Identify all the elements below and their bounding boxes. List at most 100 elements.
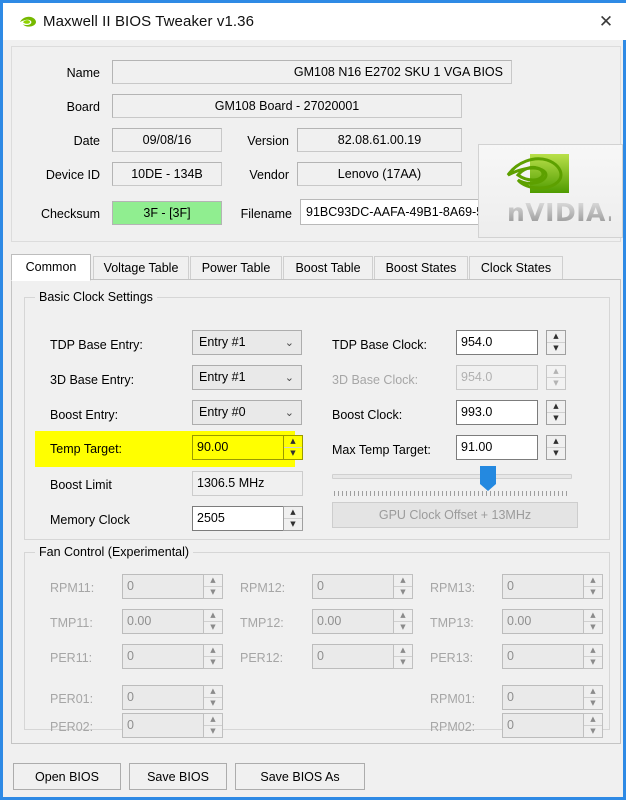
memory-clock-stepper[interactable]: ▲ ▼ xyxy=(283,506,303,531)
stepper-up-icon[interactable]: ▲ xyxy=(547,331,565,343)
stepper-down-icon: ▼ xyxy=(210,658,216,666)
rpm01-stepper: ▲ ▼ xyxy=(583,685,603,710)
stepper-up-icon: ▲ xyxy=(584,610,602,622)
app-window: Maxwell II BIOS Tweaker v1.36 ✕ Name GM1… xyxy=(0,0,626,800)
gpu-clock-offset-slider[interactable] xyxy=(332,466,572,491)
device-id-label: Device ID xyxy=(45,168,100,182)
vendor-label: Vendor xyxy=(249,168,289,182)
chevron-down-icon: ⌄ xyxy=(284,406,294,419)
stepper-up-icon[interactable]: ▲ xyxy=(284,436,302,448)
stepper-down-icon[interactable]: ▼ xyxy=(547,413,565,424)
nvidia-eye-icon xyxy=(17,14,37,30)
3d-base-entry-label: 3D Base Entry: xyxy=(50,373,135,387)
boost-limit-field: 1306.5 MHz xyxy=(192,471,303,496)
tdp-base-entry-label: TDP Base Entry: xyxy=(50,338,143,352)
stepper-down-icon[interactable]: ▼ xyxy=(547,343,565,354)
tab-clock-states[interactable]: Clock States xyxy=(469,256,563,280)
stepper-down-icon: ▼ xyxy=(590,588,596,596)
boost-entry-value: Entry #0 xyxy=(199,405,246,419)
rpm12-stepper: ▲ ▼ xyxy=(393,574,413,599)
rpm01-input: 0 xyxy=(502,685,584,710)
stepper-up-icon: ▲ xyxy=(584,645,602,657)
max-temp-target-input[interactable]: 91.00 xyxy=(456,435,538,460)
title-bar: Maxwell II BIOS Tweaker v1.36 ✕ xyxy=(3,0,626,40)
save-bios-button[interactable]: Save BIOS xyxy=(129,763,227,790)
boost-clock-input[interactable]: 993.0 xyxy=(456,400,538,425)
stepper-up-icon: ▲ xyxy=(204,686,222,698)
rpm02-input: 0 xyxy=(502,713,584,738)
tdp-base-clock-input[interactable]: 954.0 xyxy=(456,330,538,355)
stepper-down-icon[interactable]: ▼ xyxy=(284,448,302,459)
temp-target-stepper[interactable]: ▲ ▼ xyxy=(283,435,303,460)
temp-target-input[interactable]: 90.00 xyxy=(192,435,284,460)
boost-entry-combo[interactable]: Entry #0 ⌄ xyxy=(192,400,302,425)
tmp13-stepper: ▲ ▼ xyxy=(583,609,603,634)
boost-clock-label: Boost Clock: xyxy=(332,408,403,422)
stepper-up-icon: ▲ xyxy=(204,645,222,657)
per11-stepper: ▲ ▼ xyxy=(203,644,223,669)
stepper-up-icon: ▲ xyxy=(394,610,412,622)
stepper-down-icon: ▼ xyxy=(210,699,216,707)
rpm01-label: RPM01: xyxy=(430,692,476,706)
stepper-down-icon: ▼ xyxy=(590,727,596,735)
vendor-field: Lenovo (17AA) xyxy=(297,162,462,186)
3d-base-clock-stepper: ▲ ▼ xyxy=(546,365,566,390)
basic-clock-settings-title: Basic Clock Settings xyxy=(35,290,157,304)
stepper-up-icon[interactable]: ▲ xyxy=(547,401,565,413)
per12-label: PER12: xyxy=(240,651,284,665)
slider-ticks xyxy=(334,491,570,496)
3d-base-entry-combo[interactable]: Entry #1 ⌄ xyxy=(192,365,302,390)
tdp-base-clock-stepper[interactable]: ▲ ▼ xyxy=(546,330,566,355)
stepper-up-icon[interactable]: ▲ xyxy=(547,436,565,448)
stepper-up-icon: ▲ xyxy=(204,714,222,726)
stepper-down-icon[interactable]: ▼ xyxy=(547,448,565,459)
3d-base-clock-label: 3D Base Clock: xyxy=(332,373,419,387)
stepper-up-icon: ▲ xyxy=(204,575,222,587)
slider-thumb[interactable] xyxy=(480,466,496,491)
tmp11-input: 0.00 xyxy=(122,609,204,634)
close-icon[interactable]: ✕ xyxy=(583,3,626,40)
tmp13-label: TMP13: xyxy=(430,616,474,630)
per11-input: 0 xyxy=(122,644,204,669)
rpm13-input: 0 xyxy=(502,574,584,599)
window-title: Maxwell II BIOS Tweaker v1.36 xyxy=(43,13,255,30)
tab-power-table[interactable]: Power Table xyxy=(190,256,282,280)
tdp-base-entry-value: Entry #1 xyxy=(199,335,246,349)
save-bios-as-button[interactable]: Save BIOS As xyxy=(235,763,365,790)
memory-clock-label: Memory Clock xyxy=(50,513,130,527)
stepper-down-icon: ▼ xyxy=(590,699,596,707)
bios-info-panel: Name GM108 N16 E2702 SKU 1 VGA BIOS Boar… xyxy=(11,46,623,242)
date-field: 09/08/16 xyxy=(112,128,222,152)
stepper-down-icon: ▼ xyxy=(210,623,216,631)
max-temp-target-stepper[interactable]: ▲ ▼ xyxy=(546,435,566,460)
stepper-down-icon: ▼ xyxy=(400,658,406,666)
rpm12-input: 0 xyxy=(312,574,394,599)
stepper-up-icon: ▲ xyxy=(394,575,412,587)
stepper-down-icon: ▼ xyxy=(590,623,596,631)
name-field: GM108 N16 E2702 SKU 1 VGA BIOS xyxy=(112,60,512,84)
tab-common[interactable]: Common xyxy=(11,254,91,281)
name-label: Name xyxy=(66,66,100,80)
tdp-base-clock-label: TDP Base Clock: xyxy=(332,338,427,352)
stepper-up-icon: ▲ xyxy=(584,686,602,698)
per01-stepper: ▲ ▼ xyxy=(203,685,223,710)
tab-boost-table[interactable]: Boost Table xyxy=(283,256,373,280)
per01-input: 0 xyxy=(122,685,204,710)
stepper-down-icon[interactable]: ▼ xyxy=(284,519,302,530)
tab-boost-states[interactable]: Boost States xyxy=(374,256,468,280)
stepper-down-icon: ▼ xyxy=(210,727,216,735)
max-temp-target-label: Max Temp Target: xyxy=(332,443,431,457)
memory-clock-input[interactable]: 2505 xyxy=(192,506,284,531)
tdp-base-entry-combo[interactable]: Entry #1 ⌄ xyxy=(192,330,302,355)
3d-base-clock-input: 954.0 xyxy=(456,365,538,390)
boost-clock-stepper[interactable]: ▲ ▼ xyxy=(546,400,566,425)
gpu-clock-offset-button: GPU Clock Offset + 13MHz xyxy=(332,502,578,528)
rpm11-label: RPM11: xyxy=(50,581,95,595)
tab-voltage-table[interactable]: Voltage Table xyxy=(93,256,189,280)
open-bios-button[interactable]: Open BIOS xyxy=(13,763,121,790)
boost-entry-label: Boost Entry: xyxy=(50,408,119,422)
boost-limit-label: Boost Limit xyxy=(50,478,112,492)
stepper-up-icon[interactable]: ▲ xyxy=(284,507,302,519)
board-field: GM108 Board - 27020001 xyxy=(112,94,462,118)
slider-rail xyxy=(332,474,572,479)
